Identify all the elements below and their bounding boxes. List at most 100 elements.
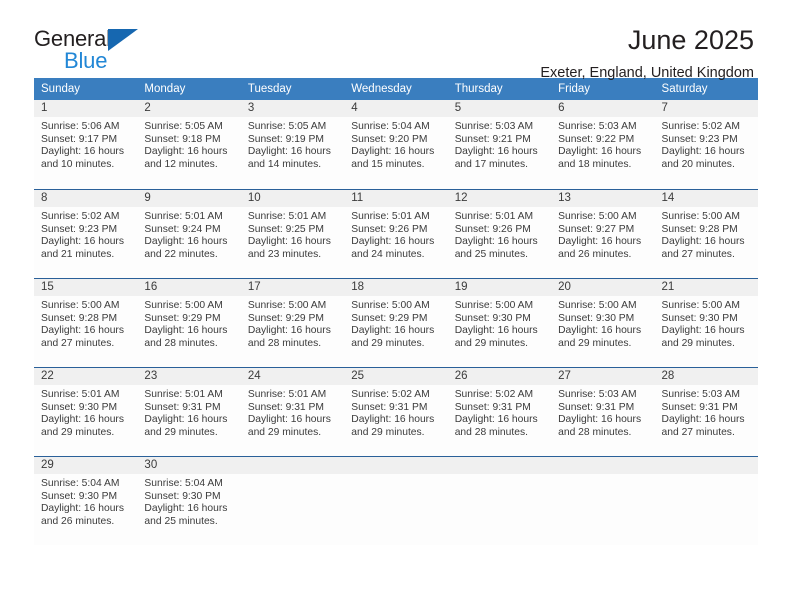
calendar-day-cell[interactable]: 30 Sunrise: 5:04 AM Sunset: 9:30 PM Dayligh… [137, 456, 241, 545]
day-cell-inner: 3 Sunrise: 5:05 AM Sunset: 9:19 PM Daylight… [240, 100, 345, 189]
daylight-duration-line2: and 20 minutes. [661, 158, 735, 170]
sunrise-time: Sunrise: 5:02 AM [661, 121, 740, 132]
daylight-duration-line2: and 26 minutes. [558, 248, 632, 260]
logo-text-blue: Blue [64, 48, 108, 73]
sunset-time: Sunset: 9:31 PM [454, 401, 531, 413]
day-cell-inner: 30 Sunrise: 5:04 AM Sunset: 9:30 PM Dayligh… [137, 456, 241, 545]
day-number: 2 [137, 100, 241, 117]
sunset-time: Sunset: 9:30 PM [454, 312, 531, 324]
title-block: June 2025 Exeter, England, United Kingdo… [540, 25, 756, 82]
day-cell-inner: 6 Sunrise: 5:03 AM Sunset: 9:22 PM Daylight… [551, 100, 655, 189]
day-cell-inner: 9 Sunrise: 5:01 AM Sunset: 9:24 PM Daylight… [137, 189, 241, 278]
daylight-duration-line2: and 27 minutes. [661, 426, 735, 438]
daylight-duration-line1: Daylight: 16 hours [351, 236, 435, 248]
day-cell-details: Sunrise: 5:03 AM Sunset: 9:31 PM Daylight:… [655, 385, 758, 439]
calendar-day-cell[interactable]: 9 Sunrise: 5:01 AM Sunset: 9:24 PM Daylight… [137, 189, 241, 278]
day-number: 23 [137, 368, 241, 385]
calendar-day-cell[interactable]: 27 Sunrise: 5:03 AM Sunset: 9:31 PM Dayligh… [551, 367, 655, 456]
day-cell-inner: 28 Sunrise: 5:03 AM Sunset: 9:31 PM Dayligh… [654, 367, 758, 456]
day-cell-details: Sunrise: 5:04 AM Sunset: 9:30 PM Daylight:… [137, 474, 240, 528]
sunset-time: Sunset: 9:28 PM [41, 312, 118, 324]
day-cell-details: Sunrise: 5:00 AM Sunset: 9:27 PM Daylight:… [551, 207, 654, 261]
sunrise-time: Sunrise: 5:01 AM [144, 389, 223, 400]
day-number: 20 [551, 279, 655, 296]
sunrise-time: Sunrise: 5:03 AM [558, 121, 637, 132]
day-cell-inner: 16 Sunrise: 5:00 AM Sunset: 9:29 PM Dayligh… [137, 278, 241, 367]
calendar-day-cell[interactable]: 5 Sunrise: 5:03 AM Sunset: 9:21 PM Daylight… [447, 100, 552, 189]
calendar-week-row: 29 Sunrise: 5:04 AM Sunset: 9:30 PM Dayligh… [34, 456, 758, 545]
generalblue-logo[interactable]: General Blue [34, 26, 154, 74]
calendar-day-cell[interactable]: 26 Sunrise: 5:02 AM Sunset: 9:31 PM Dayligh… [447, 367, 552, 456]
day-cell-inner: 2 Sunrise: 5:05 AM Sunset: 9:18 PM Daylight… [137, 100, 241, 189]
sunrise-time: Sunrise: 5:00 AM [247, 300, 327, 311]
daylight-duration-line2: and 18 minutes. [558, 158, 632, 170]
daylight-duration-line2: and 12 minutes. [144, 158, 218, 170]
daylight-duration-line2: and 29 minutes. [351, 337, 425, 349]
day-cell-inner: 12 Sunrise: 5:01 AM Sunset: 9:26 PM Dayligh… [447, 189, 552, 278]
calendar-day-cell[interactable]: 16 Sunrise: 5:00 AM Sunset: 9:29 PM Dayligh… [137, 278, 241, 367]
day-cell-inner: 11 Sunrise: 5:01 AM Sunset: 9:26 PM Dayligh… [344, 189, 448, 278]
sunset-time: Sunset: 9:23 PM [41, 223, 118, 235]
calendar-day-cell[interactable]: 10 Sunrise: 5:01 AM Sunset: 9:25 PM Dayligh… [240, 189, 345, 278]
calendar-day-cell[interactable]: 1 Sunrise: 5:06 AM Sunset: 9:17 PM Daylight… [34, 100, 138, 189]
calendar-day-cell[interactable]: 19 Sunrise: 5:00 AM Sunset: 9:30 PM Dayligh… [447, 278, 552, 367]
calendar-day-cell[interactable]: 28 Sunrise: 5:03 AM Sunset: 9:31 PM Dayligh… [654, 367, 758, 456]
calendar-day-cell[interactable]: 15 Sunrise: 5:00 AM Sunset: 9:28 PM Dayligh… [34, 278, 138, 367]
calendar-day-cell[interactable]: 11 Sunrise: 5:01 AM Sunset: 9:26 PM Dayligh… [344, 189, 448, 278]
day-cell-inner: 15 Sunrise: 5:00 AM Sunset: 9:28 PM Dayligh… [34, 278, 138, 367]
day-cell-inner: 26 Sunrise: 5:02 AM Sunset: 9:31 PM Dayligh… [447, 367, 552, 456]
sunset-time: Sunset: 9:31 PM [144, 401, 221, 413]
calendar-day-cell[interactable]: 20 Sunrise: 5:00 AM Sunset: 9:30 PM Dayligh… [551, 278, 655, 367]
page-header: General Blue June 2025 Exeter, England, … [0, 0, 792, 82]
sunrise-time: Sunrise: 5:01 AM [247, 389, 327, 400]
calendar-day-cell[interactable]: 12 Sunrise: 5:01 AM Sunset: 9:26 PM Dayligh… [447, 189, 552, 278]
calendar-day-cell[interactable]: 6 Sunrise: 5:03 AM Sunset: 9:22 PM Daylight… [551, 100, 655, 189]
day-cell-details: Sunrise: 5:00 AM Sunset: 9:29 PM Daylight:… [137, 296, 240, 350]
day-cell-details: Sunrise: 5:00 AM Sunset: 9:30 PM Daylight:… [655, 296, 758, 350]
calendar-day-cell[interactable]: 29 Sunrise: 5:04 AM Sunset: 9:30 PM Dayligh… [34, 456, 138, 545]
calendar-day-cell[interactable]: 4 Sunrise: 5:04 AM Sunset: 9:20 PM Daylight… [344, 100, 448, 189]
daylight-duration-line2: and 29 minutes. [661, 337, 735, 349]
calendar-day-cell[interactable]: 8 Sunrise: 5:02 AM Sunset: 9:23 PM Daylight… [34, 189, 138, 278]
day-cell-inner [551, 456, 655, 545]
calendar-body: 1 Sunrise: 5:06 AM Sunset: 9:17 PM Daylight… [34, 100, 758, 545]
calendar-day-cell[interactable]: 17 Sunrise: 5:00 AM Sunset: 9:29 PM Dayligh… [240, 278, 345, 367]
day-cell-details: Sunrise: 5:01 AM Sunset: 9:30 PM Daylight:… [34, 385, 137, 439]
day-number: 14 [654, 190, 758, 207]
calendar-day-cell[interactable]: 25 Sunrise: 5:02 AM Sunset: 9:31 PM Dayligh… [344, 367, 448, 456]
calendar-day-cell[interactable]: 13 Sunrise: 5:00 AM Sunset: 9:27 PM Dayligh… [551, 189, 655, 278]
day-number: 21 [654, 279, 758, 296]
sunrise-time: Sunrise: 5:00 AM [144, 300, 223, 311]
calendar-day-cell[interactable]: 14 Sunrise: 5:00 AM Sunset: 9:28 PM Dayligh… [654, 189, 758, 278]
sunrise-time: Sunrise: 5:01 AM [454, 211, 534, 222]
calendar-day-cell[interactable]: 18 Sunrise: 5:00 AM Sunset: 9:29 PM Dayligh… [344, 278, 448, 367]
calendar-day-cell[interactable]: 24 Sunrise: 5:01 AM Sunset: 9:31 PM Dayligh… [240, 367, 345, 456]
calendar-week-row: 15 Sunrise: 5:00 AM Sunset: 9:28 PM Dayligh… [34, 278, 758, 367]
day-cell-details: Sunrise: 5:03 AM Sunset: 9:31 PM Daylight:… [551, 385, 654, 439]
daylight-duration-line1: Daylight: 16 hours [351, 414, 435, 426]
daylight-duration-line1: Daylight: 16 hours [41, 503, 124, 515]
day-cell-details: Sunrise: 5:00 AM Sunset: 9:30 PM Daylight:… [448, 296, 551, 350]
daylight-duration-line2: and 28 minutes. [558, 426, 632, 438]
day-cell-details: Sunrise: 5:01 AM Sunset: 9:25 PM Daylight:… [241, 207, 344, 261]
day-cell-inner: 8 Sunrise: 5:02 AM Sunset: 9:23 PM Daylight… [34, 189, 138, 278]
calendar-day-cell[interactable]: 3 Sunrise: 5:05 AM Sunset: 9:19 PM Daylight… [240, 100, 345, 189]
daylight-duration-line2: and 21 minutes. [41, 248, 115, 260]
calendar-day-cell[interactable]: 2 Sunrise: 5:05 AM Sunset: 9:18 PM Daylight… [137, 100, 241, 189]
day-cell-details: Sunrise: 5:01 AM Sunset: 9:24 PM Daylight:… [137, 207, 240, 261]
daylight-duration-line2: and 29 minutes. [454, 337, 528, 349]
daylight-duration-line2: and 14 minutes. [247, 158, 322, 170]
calendar-day-cell[interactable]: 7 Sunrise: 5:02 AM Sunset: 9:23 PM Daylight… [654, 100, 758, 189]
calendar-day-cell-empty [344, 456, 448, 545]
day-cell-inner [654, 456, 758, 545]
calendar-day-cell[interactable]: 21 Sunrise: 5:00 AM Sunset: 9:30 PM Dayligh… [654, 278, 758, 367]
day-cell-details: Sunrise: 5:05 AM Sunset: 9:18 PM Daylight:… [137, 117, 240, 171]
sunset-time: Sunset: 9:26 PM [454, 223, 531, 235]
sunrise-time: Sunrise: 5:04 AM [144, 478, 223, 489]
day-cell-details: Sunrise: 5:02 AM Sunset: 9:23 PM Daylight:… [34, 207, 137, 261]
page-title: June 2025 [627, 25, 754, 55]
calendar-day-cell[interactable]: 22 Sunrise: 5:01 AM Sunset: 9:30 PM Dayligh… [34, 367, 138, 456]
calendar-day-cell[interactable]: 23 Sunrise: 5:01 AM Sunset: 9:31 PM Dayligh… [137, 367, 241, 456]
day-cell-details: Sunrise: 5:00 AM Sunset: 9:28 PM Daylight:… [34, 296, 137, 350]
day-number: 27 [551, 368, 655, 385]
